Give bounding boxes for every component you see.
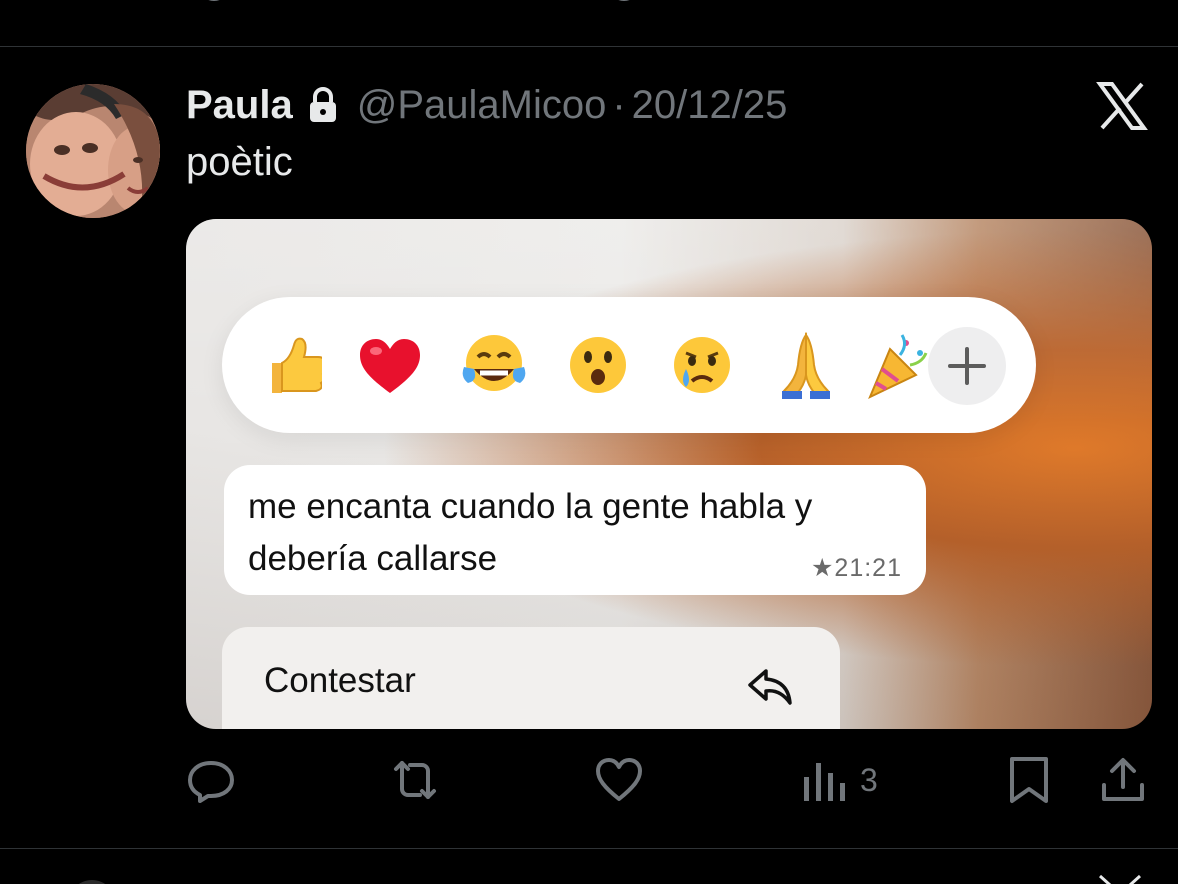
message-bubble: me encanta cuando la gente habla y deber… bbox=[224, 465, 926, 595]
reply-arrow-icon bbox=[746, 665, 794, 707]
lock-icon bbox=[307, 87, 339, 123]
reply-button[interactable] bbox=[186, 752, 236, 808]
folded-hands-icon bbox=[770, 329, 842, 401]
divider-top bbox=[0, 46, 1178, 47]
tweet-text: poètic bbox=[186, 140, 293, 184]
surprised-face-icon bbox=[562, 329, 634, 401]
avatar[interactable] bbox=[26, 84, 160, 218]
retweet-icon bbox=[394, 761, 436, 799]
heart-icon bbox=[596, 758, 642, 801]
views-count: 3 bbox=[860, 761, 878, 798]
views-icon bbox=[804, 763, 845, 801]
thumbs-up-icon bbox=[250, 329, 327, 401]
reply-icon bbox=[188, 761, 234, 803]
message-time: ★21:21 bbox=[811, 554, 902, 582]
views-button[interactable]: 3 bbox=[800, 752, 878, 808]
author-handle[interactable]: @PaulaMicoo bbox=[357, 83, 607, 128]
author-name[interactable]: Paula bbox=[186, 83, 293, 128]
tweet-actions: 3 bbox=[0, 752, 1178, 812]
bookmark-button[interactable] bbox=[1004, 752, 1054, 808]
tweet-media-image[interactable]: me encanta cuando la gente habla y deber… bbox=[186, 219, 1152, 729]
red-heart-icon bbox=[354, 329, 426, 401]
crying-face-icon bbox=[666, 329, 738, 401]
share-icon bbox=[1102, 758, 1144, 801]
separator-dot: · bbox=[612, 82, 626, 127]
reaction-bar bbox=[222, 297, 1036, 433]
tweet-page: Paula @PaulaMicoo · 20/12/25 poètic me e… bbox=[0, 0, 1178, 884]
like-button[interactable] bbox=[594, 752, 644, 808]
retweet-button[interactable] bbox=[390, 752, 440, 808]
message-text: me encanta cuando la gente habla y deber… bbox=[248, 487, 813, 578]
bookmark-icon bbox=[1010, 757, 1048, 803]
menu-item-contestar: Contestar bbox=[264, 661, 416, 700]
plus-icon bbox=[928, 327, 1006, 405]
divider-bottom bbox=[0, 848, 1178, 849]
context-menu: Contestar bbox=[222, 627, 840, 729]
party-popper-icon bbox=[862, 329, 934, 401]
tears-of-joy-icon bbox=[458, 329, 530, 401]
next-tweet-remnant bbox=[0, 874, 1178, 884]
share-button[interactable] bbox=[1098, 752, 1148, 808]
x-logo-icon bbox=[1096, 80, 1148, 132]
previous-tweet-remnant bbox=[0, 0, 1178, 17]
tweet-date[interactable]: 20/12/25 bbox=[632, 83, 788, 128]
tweet-header: Paula @PaulaMicoo · 20/12/25 bbox=[186, 80, 787, 130]
